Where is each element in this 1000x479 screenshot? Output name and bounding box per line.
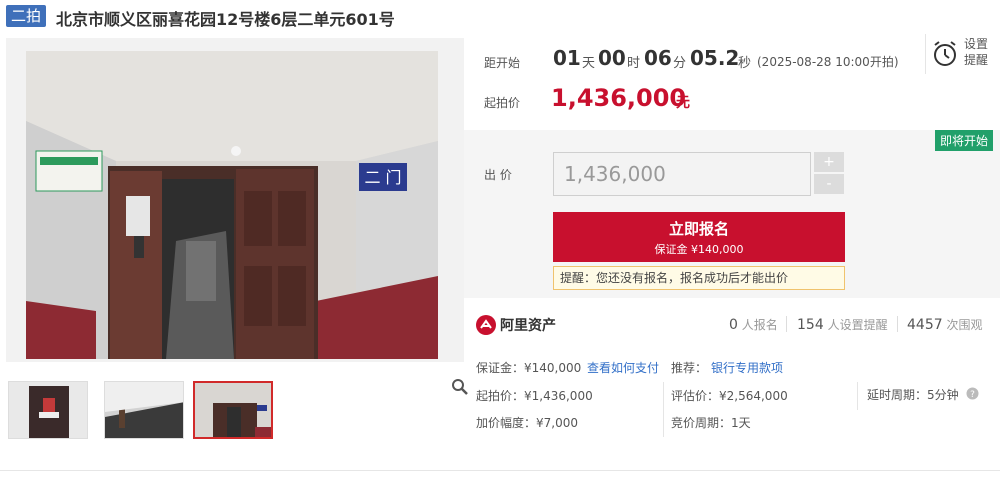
reminder-label: 设置 提醒 (964, 37, 989, 67)
countdown-label: 距开始 (484, 56, 521, 70)
signup-count: 0 人报名 (729, 317, 778, 333)
bid-label: 出 价 (484, 168, 512, 182)
zoom-icon[interactable] (451, 378, 469, 396)
delay-detail: 延时周期：5分钟 (867, 388, 959, 402)
divider (897, 316, 898, 332)
appraisal-detail: 评估价：¥2,564,000 (671, 389, 788, 403)
signup-tip: 提醒：您还没有报名，报名成功后才能出价 (553, 266, 845, 290)
signup-button[interactable]: 立即报名 保证金 ¥140,000 (553, 212, 845, 262)
recommend-link[interactable]: 银行专用款项 (711, 359, 783, 376)
help-icon[interactable]: ? (966, 387, 979, 400)
divider (857, 382, 858, 410)
seconds-unit: 秒 (738, 56, 752, 71)
photo-viewer: 二 门 (6, 38, 468, 395)
countdown-days: 01 (553, 46, 581, 70)
countdown-seconds: 05.2 (690, 46, 740, 70)
bottom-divider (0, 470, 1000, 471)
how-to-pay-link[interactable]: 查看如何支付 (587, 359, 659, 376)
bid-panel: 即将开始 出 价 1,436,000 + - 立即报名 保证金 ¥140,000… (464, 130, 1000, 298)
start-price-detail: 起拍价：¥1,436,000 (476, 389, 593, 403)
auction-round-badge: 二拍 (6, 5, 46, 27)
days-unit: 天 (582, 56, 596, 71)
divider (786, 316, 787, 332)
ali-assets-icon (476, 315, 496, 335)
auction-info: 距开始 01 天 00 时 06 分 05.2 秒 (2025-08-28 10… (464, 30, 1000, 130)
set-reminder-button[interactable]: 设置 提醒 (925, 34, 995, 74)
status-badge: 即将开始 (934, 130, 993, 151)
divider (663, 382, 664, 437)
stats-bar: 阿里资产 0 人报名 154 人设置提醒 4457 次围观 (464, 298, 1000, 350)
recommend-label: 推荐： (671, 361, 708, 375)
bid-input[interactable]: 1,436,000 (553, 152, 811, 196)
decrease-bid-button[interactable]: - (814, 174, 844, 194)
price-unit: 元 (676, 95, 690, 111)
view-count: 4457 次围观 (907, 317, 983, 333)
cycle-detail: 竞价周期：1天 (671, 416, 751, 430)
title-bar: 二拍 北京市顺义区丽喜花园12号楼6层二单元601号 (0, 0, 1000, 34)
countdown-hours: 00 (598, 46, 626, 70)
thumbnail-3[interactable] (193, 381, 273, 439)
reminder-count: 154 人设置提醒 (797, 317, 888, 333)
minutes-unit: 分 (673, 56, 687, 71)
countdown-minutes: 06 (644, 46, 672, 70)
page-title: 北京市顺义区丽喜花园12号楼6层二单元601号 (56, 10, 395, 29)
deposit-detail: 保证金：¥140,000 (476, 361, 582, 375)
deposit-label: 保证金 ¥140,000 (654, 243, 744, 256)
increment-detail: 加价幅度：¥7,000 (476, 416, 578, 430)
svg-text:二 门: 二 门 (364, 168, 401, 187)
thumbnail-2[interactable] (104, 381, 184, 439)
increase-bid-button[interactable]: + (814, 152, 844, 172)
main-photo[interactable]: 二 门 (26, 51, 438, 359)
signup-label: 立即报名 (668, 220, 729, 238)
start-time-note: (2025-08-28 10:00开拍) (757, 55, 899, 69)
starting-price-value: 1,436,000 (551, 84, 687, 112)
hours-unit: 时 (627, 56, 641, 71)
brand-name: 阿里资产 (500, 318, 556, 334)
alarm-clock-icon (934, 41, 956, 66)
svg-text:?: ? (970, 390, 975, 400)
starting-price-label: 起拍价 (484, 96, 521, 110)
thumbnail-1[interactable] (8, 381, 88, 439)
